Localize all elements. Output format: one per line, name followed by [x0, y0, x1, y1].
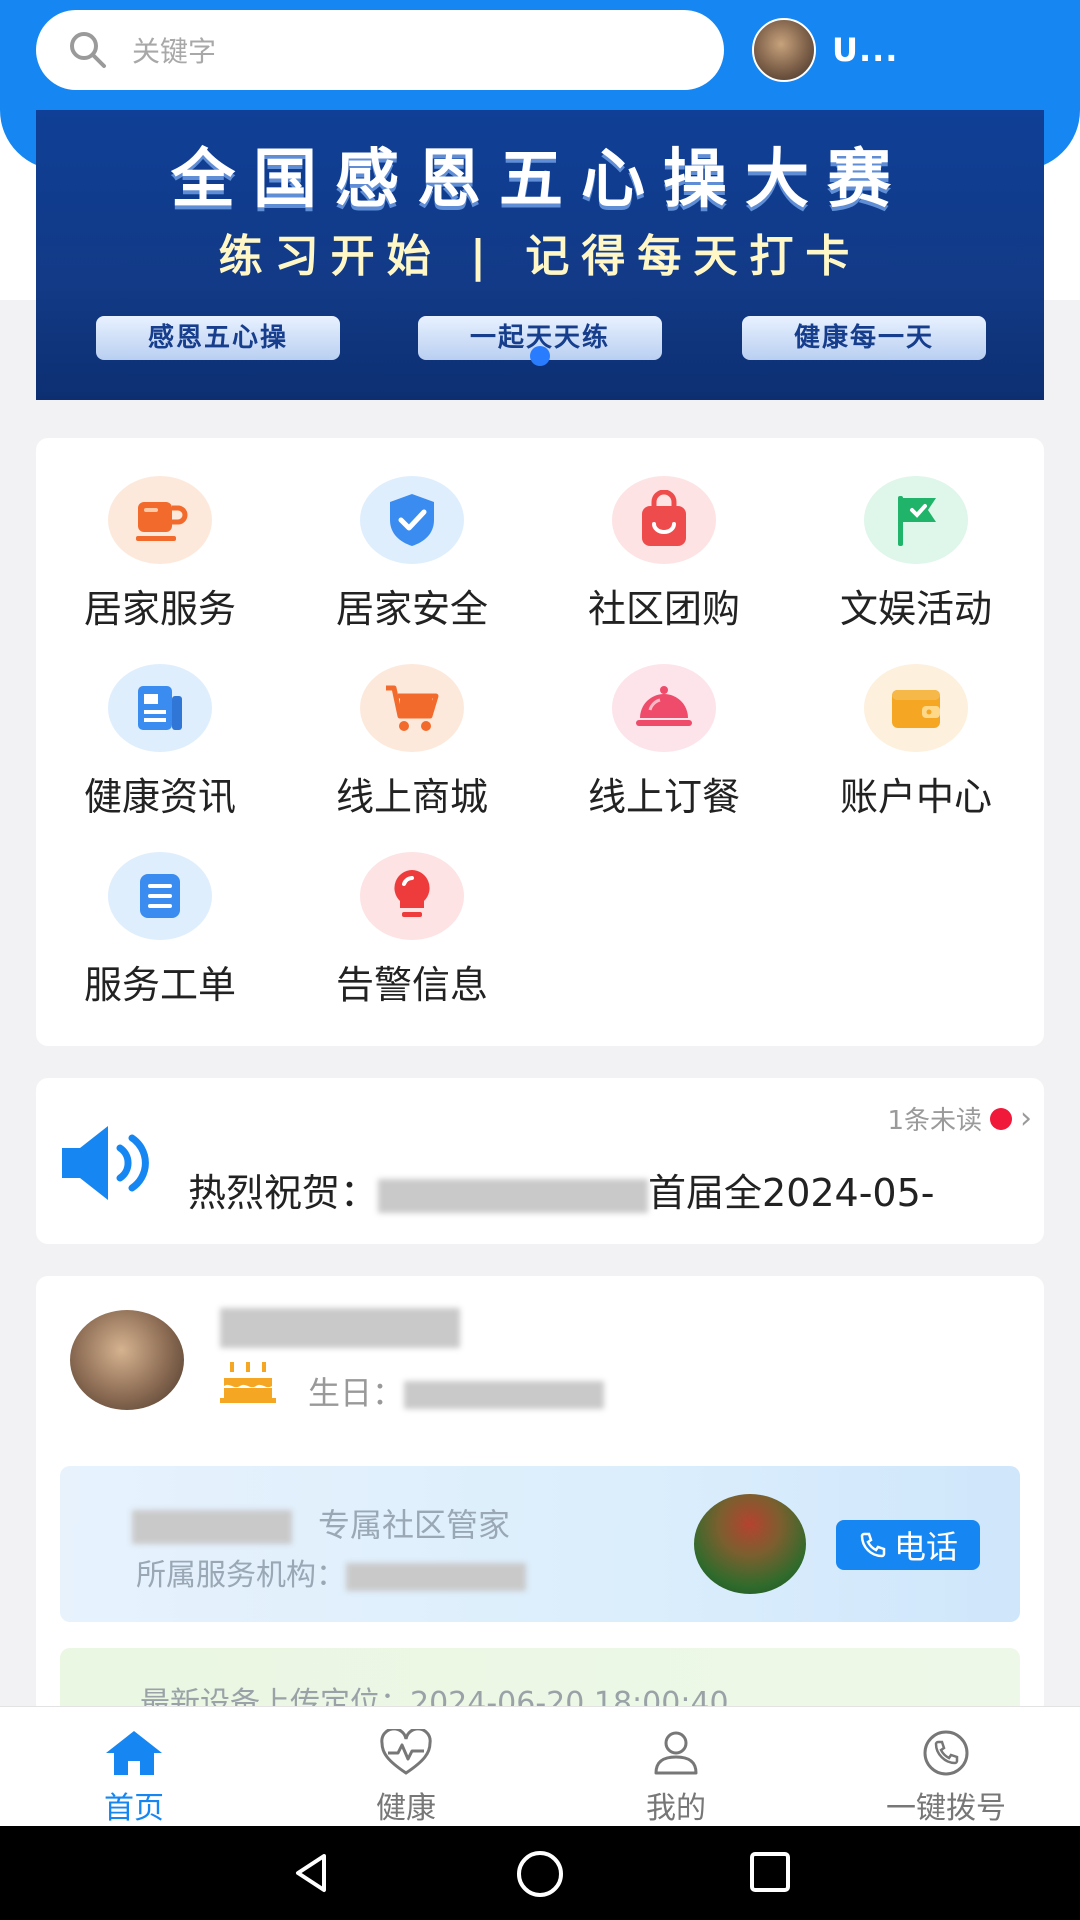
bottom-nav: 首页 健康 我的 一键拨号	[0, 1706, 1080, 1826]
shield-check-icon	[360, 476, 464, 564]
grid-item-label: 服务工单	[83, 963, 236, 1007]
grid-item-health-news[interactable]: 健康资讯	[50, 664, 270, 824]
grid-item-label: 居家安全	[335, 587, 488, 631]
user-profile-entry[interactable]: U...	[752, 18, 898, 82]
back-icon[interactable]	[286, 1848, 336, 1898]
community-steward: 专属社区管家 所属服务机构： 电话	[60, 1466, 1020, 1622]
phone-icon	[860, 1532, 886, 1558]
grid-item-home-service[interactable]: 居家服务	[50, 476, 270, 636]
avatar	[694, 1494, 806, 1594]
grid-item-label: 居家服务	[83, 587, 236, 631]
notice-suffix: 首届全2024-05-	[648, 1171, 935, 1215]
flag-icon	[864, 476, 968, 564]
cake-icon	[220, 1362, 276, 1403]
birthday-label: 生日：	[308, 1374, 405, 1412]
redacted-text	[404, 1381, 605, 1409]
recents-icon[interactable]	[746, 1848, 794, 1896]
profile-name-redacted	[220, 1308, 460, 1348]
banner-tag: 感恩五心操	[96, 316, 340, 360]
avatar[interactable]	[70, 1310, 184, 1410]
grid-item-work-order[interactable]: 服务工单	[50, 852, 270, 1012]
grid-item-label: 告警信息	[335, 963, 488, 1007]
chevron-right-icon: ›	[1020, 1101, 1032, 1136]
news-icon	[108, 664, 212, 752]
banner-title: 全国感恩五心操大赛	[171, 143, 909, 217]
person-icon	[654, 1731, 698, 1775]
grid-item-label: 文娱活动	[839, 587, 992, 631]
notice-prefix: 热烈祝贺：	[188, 1171, 379, 1215]
birthday: 生日：	[308, 1368, 605, 1414]
search-placeholder: 关键字	[132, 35, 217, 68]
grid-item-label: 线上订餐	[587, 775, 740, 819]
feature-grid: 居家服务 居家安全 社区团购 文娱活动 健康资讯 线上商城 线上订餐 账户中心 …	[36, 438, 1044, 1046]
home-icon	[106, 1731, 162, 1775]
steward-title-row: 专属社区管家	[132, 1500, 510, 1546]
phone-icon	[923, 1730, 969, 1776]
redacted-text	[346, 1562, 526, 1591]
nav-item-health[interactable]: 健康	[326, 1727, 486, 1826]
teacup-icon	[108, 476, 212, 564]
food-cloche-icon	[612, 664, 716, 752]
nav-item-home[interactable]: 首页	[54, 1729, 214, 1826]
grid-item-account[interactable]: 账户中心	[806, 664, 1026, 824]
avatar	[752, 18, 816, 82]
grid-item-label: 社区团购	[587, 587, 740, 631]
unread-count: 1条未读	[887, 1106, 982, 1136]
grid-item-group-buy[interactable]: 社区团购	[554, 476, 774, 636]
call-label: 电话	[893, 1528, 958, 1566]
redacted-text	[132, 1510, 292, 1544]
alarm-bulb-icon	[360, 852, 464, 940]
notice-message: 热烈祝贺： 首届全2024-05-	[188, 1162, 935, 1217]
profile-card: 生日： 专属社区管家 所属服务机构： 电话 最新设备上传定位：2024-06-2…	[36, 1276, 1044, 1716]
nav-label: 我的	[646, 1791, 706, 1826]
search-icon	[70, 32, 106, 68]
search-input[interactable]: 关键字	[36, 10, 724, 90]
grid-item-label: 账户中心	[839, 775, 992, 819]
steward-title: 专属社区管家	[318, 1506, 511, 1544]
grid-item-alarm[interactable]: 告警信息	[302, 852, 522, 1012]
nav-item-quick-dial[interactable]: 一键拨号	[866, 1729, 1026, 1826]
nav-label: 健康	[376, 1791, 436, 1826]
call-button[interactable]: 电话	[836, 1520, 980, 1570]
grid-item-entertainment[interactable]: 文娱活动	[806, 476, 1026, 636]
banner-subtitle: 练习开始 | 记得每天打卡	[218, 231, 862, 282]
speaker-icon	[62, 1126, 149, 1200]
grid-item-label: 健康资讯	[83, 775, 236, 819]
carousel-indicator[interactable]	[530, 346, 550, 366]
banner-carousel[interactable]: 全国感恩五心操大赛 练习开始 | 记得每天打卡 感恩五心操 一起天天练 健康每一…	[36, 110, 1044, 400]
user-name: U...	[832, 31, 899, 69]
redacted-text	[378, 1178, 649, 1213]
org-label: 所属服务机构：	[136, 1558, 346, 1593]
home-circle-icon[interactable]	[514, 1848, 566, 1900]
unread-dot	[990, 1107, 1012, 1130]
wallet-icon	[864, 664, 968, 752]
list-icon	[108, 852, 212, 940]
system-navigation-bar	[0, 1826, 1080, 1920]
shopping-bag-icon	[612, 476, 716, 564]
nav-label: 一键拨号	[886, 1791, 1006, 1826]
notice-bar[interactable]: 1条未读 › 热烈祝贺： 首届全2024-05-	[36, 1078, 1044, 1244]
cart-icon	[360, 664, 464, 752]
service-org: 所属服务机构：	[136, 1550, 526, 1594]
nav-label: 首页	[104, 1791, 164, 1826]
grid-item-label: 线上商城	[335, 775, 488, 819]
nav-item-mine[interactable]: 我的	[596, 1729, 756, 1826]
grid-item-home-safety[interactable]: 居家安全	[302, 476, 522, 636]
grid-item-online-order[interactable]: 线上订餐	[554, 664, 774, 824]
unread-indicator[interactable]: 1条未读 ›	[887, 1100, 1032, 1137]
grid-item-online-mall[interactable]: 线上商城	[302, 664, 522, 824]
heart-pulse-icon	[380, 1727, 432, 1775]
banner-tag: 健康每一天	[742, 316, 986, 360]
